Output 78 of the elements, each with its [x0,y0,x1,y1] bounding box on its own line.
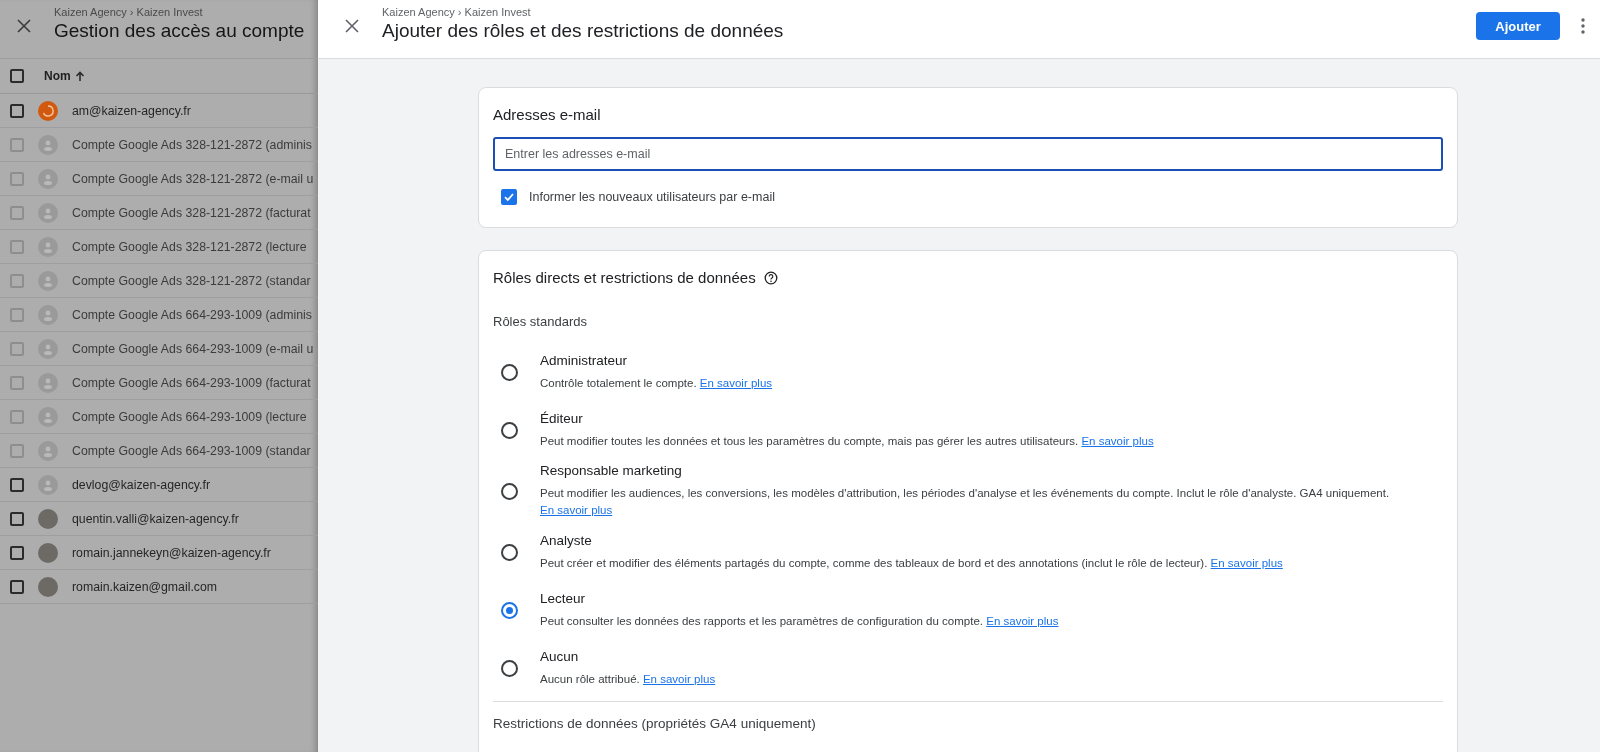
user-name: Compte Google Ads 664-293-1009 (facturat [72,375,311,390]
user-name: Compte Google Ads 328-121-2872 (facturat [72,205,311,220]
column-header[interactable]: Nom [44,69,71,83]
person-avatar-icon [38,304,58,325]
sort-arrow-icon [74,70,85,82]
card-title: Adresses e-mail [493,106,601,123]
role-name: Responsable marketing [540,463,683,478]
card-title: Rôles directs et restrictions de données [493,269,756,286]
role-radio[interactable] [501,363,518,381]
close-icon [345,19,359,33]
avatar-placeholder [38,542,58,563]
row-checkbox[interactable] [10,511,24,526]
role-name: Administrateur [540,352,629,368]
person-avatar-icon [38,406,58,427]
role-radio[interactable] [501,543,518,561]
person-avatar-icon [38,134,58,155]
notify-checkbox[interactable] [501,189,517,205]
person-avatar-icon [38,338,58,359]
user-name: romain.jannekeyn@kaizen-agency.fr [72,545,271,560]
logo-avatar [38,100,58,121]
user-name: Compte Google Ads 664-293-1009 (adminis [72,307,312,322]
panel-title: Ajouter des rôles et des restrictions de données [382,20,784,42]
learn-more-link[interactable]: En savoir plus [986,614,1059,627]
person-avatar-icon [38,202,58,223]
person-avatar-icon [38,474,58,495]
user-name: Compte Google Ads 328-121-2872 (standar [72,273,311,288]
role-name: Lecteur [540,590,587,606]
add-button[interactable]: Ajouter [1476,12,1560,40]
user-name: am@kaizen-agency.fr [72,103,191,118]
user-name: Compte Google Ads 328-121-2872 (lecture [72,239,307,254]
person-avatar-icon [38,168,58,189]
learn-more-link[interactable]: En savoir plus [642,672,716,685]
avatar-placeholder [38,576,58,597]
person-avatar-icon [38,440,58,461]
role-name: Éditeur [540,410,584,426]
role-name: Analyste [540,532,593,548]
person-avatar-icon [38,372,58,393]
learn-more-link[interactable]: En savoir plus [540,504,613,516]
role-radio[interactable] [501,659,518,677]
close-icon [17,19,31,33]
section-title: Rôles standards [493,314,588,329]
person-avatar-icon [38,270,58,291]
role-description: Peut modifier les audiences, les conversions, les modèles d'attribution, les périodes d'analyse et les événements du compte. Inclut le rôle d'analyste. GA4 uniquement. En savoir plus [540,486,1391,518]
user-name: Compte Google Ads 664-293-1009 (standar [72,443,311,458]
role-radio[interactable] [501,482,518,500]
row-checkbox[interactable] [10,103,24,118]
user-name: romain.kaizen@gmail.com [72,579,218,594]
learn-more-link[interactable]: En savoir plus [699,376,773,389]
breadcrumb: Kaizen Agency › Kaizen Invest [54,6,204,18]
user-name: quentin.valli@kaizen-agency.fr [72,511,239,526]
role-description: Aucun rôle attribué. En savoir plus [540,671,716,687]
learn-more-link[interactable]: En savoir plus [1081,434,1154,447]
role-name: Aucun [540,648,580,664]
row-checkbox[interactable] [10,545,24,560]
row-checkbox[interactable] [10,477,24,492]
checkbox-label: Informer les nouveaux utilisateurs par e-mail [529,190,775,204]
learn-more-link[interactable]: En savoir plus [1210,556,1283,569]
user-name: Compte Google Ads 664-293-1009 (e-mail u [72,341,314,356]
role-radio[interactable] [501,601,518,619]
avatar-placeholder [38,508,58,529]
page-title: Gestion des accès au compte [54,20,305,42]
more-menu-button[interactable] [1578,16,1588,36]
person-avatar-icon [38,236,58,257]
breadcrumb: Kaizen Agency › Kaizen Invest [382,6,532,18]
role-description: Peut consulter les données des rapports et les paramètres de configuration du compte. En savoir plus [540,613,1059,629]
user-name: Compte Google Ads 328-121-2872 (adminis [72,137,312,152]
help-icon[interactable] [763,270,778,285]
section-title: Restrictions de données (propriétés GA4 uniquement) [493,715,817,733]
role-description: Peut modifier toutes les données et tous les paramètres du compte, mais pas gérer les autres utilisateurs. En savoir plus [540,433,1154,449]
select-all-checkbox[interactable] [10,69,24,83]
user-name: devlog@kaizen-agency.fr [72,477,211,492]
row-checkbox[interactable] [10,579,24,594]
role-description: Contrôle totalement le compte. En savoir plus [540,375,773,391]
user-name: Compte Google Ads 328-121-2872 (e-mail u [72,171,314,186]
user-name: Compte Google Ads 664-293-1009 (lecture [72,409,307,424]
role-radio[interactable] [501,421,518,439]
role-description: Peut créer et modifier des éléments partagés du compte, comme des tableaux de bord et des annotations (inclut le rôle de lecteur). En savoir plus [540,555,1283,571]
email-input-field[interactable]: Entrer les adresses e-mail [493,137,1443,171]
